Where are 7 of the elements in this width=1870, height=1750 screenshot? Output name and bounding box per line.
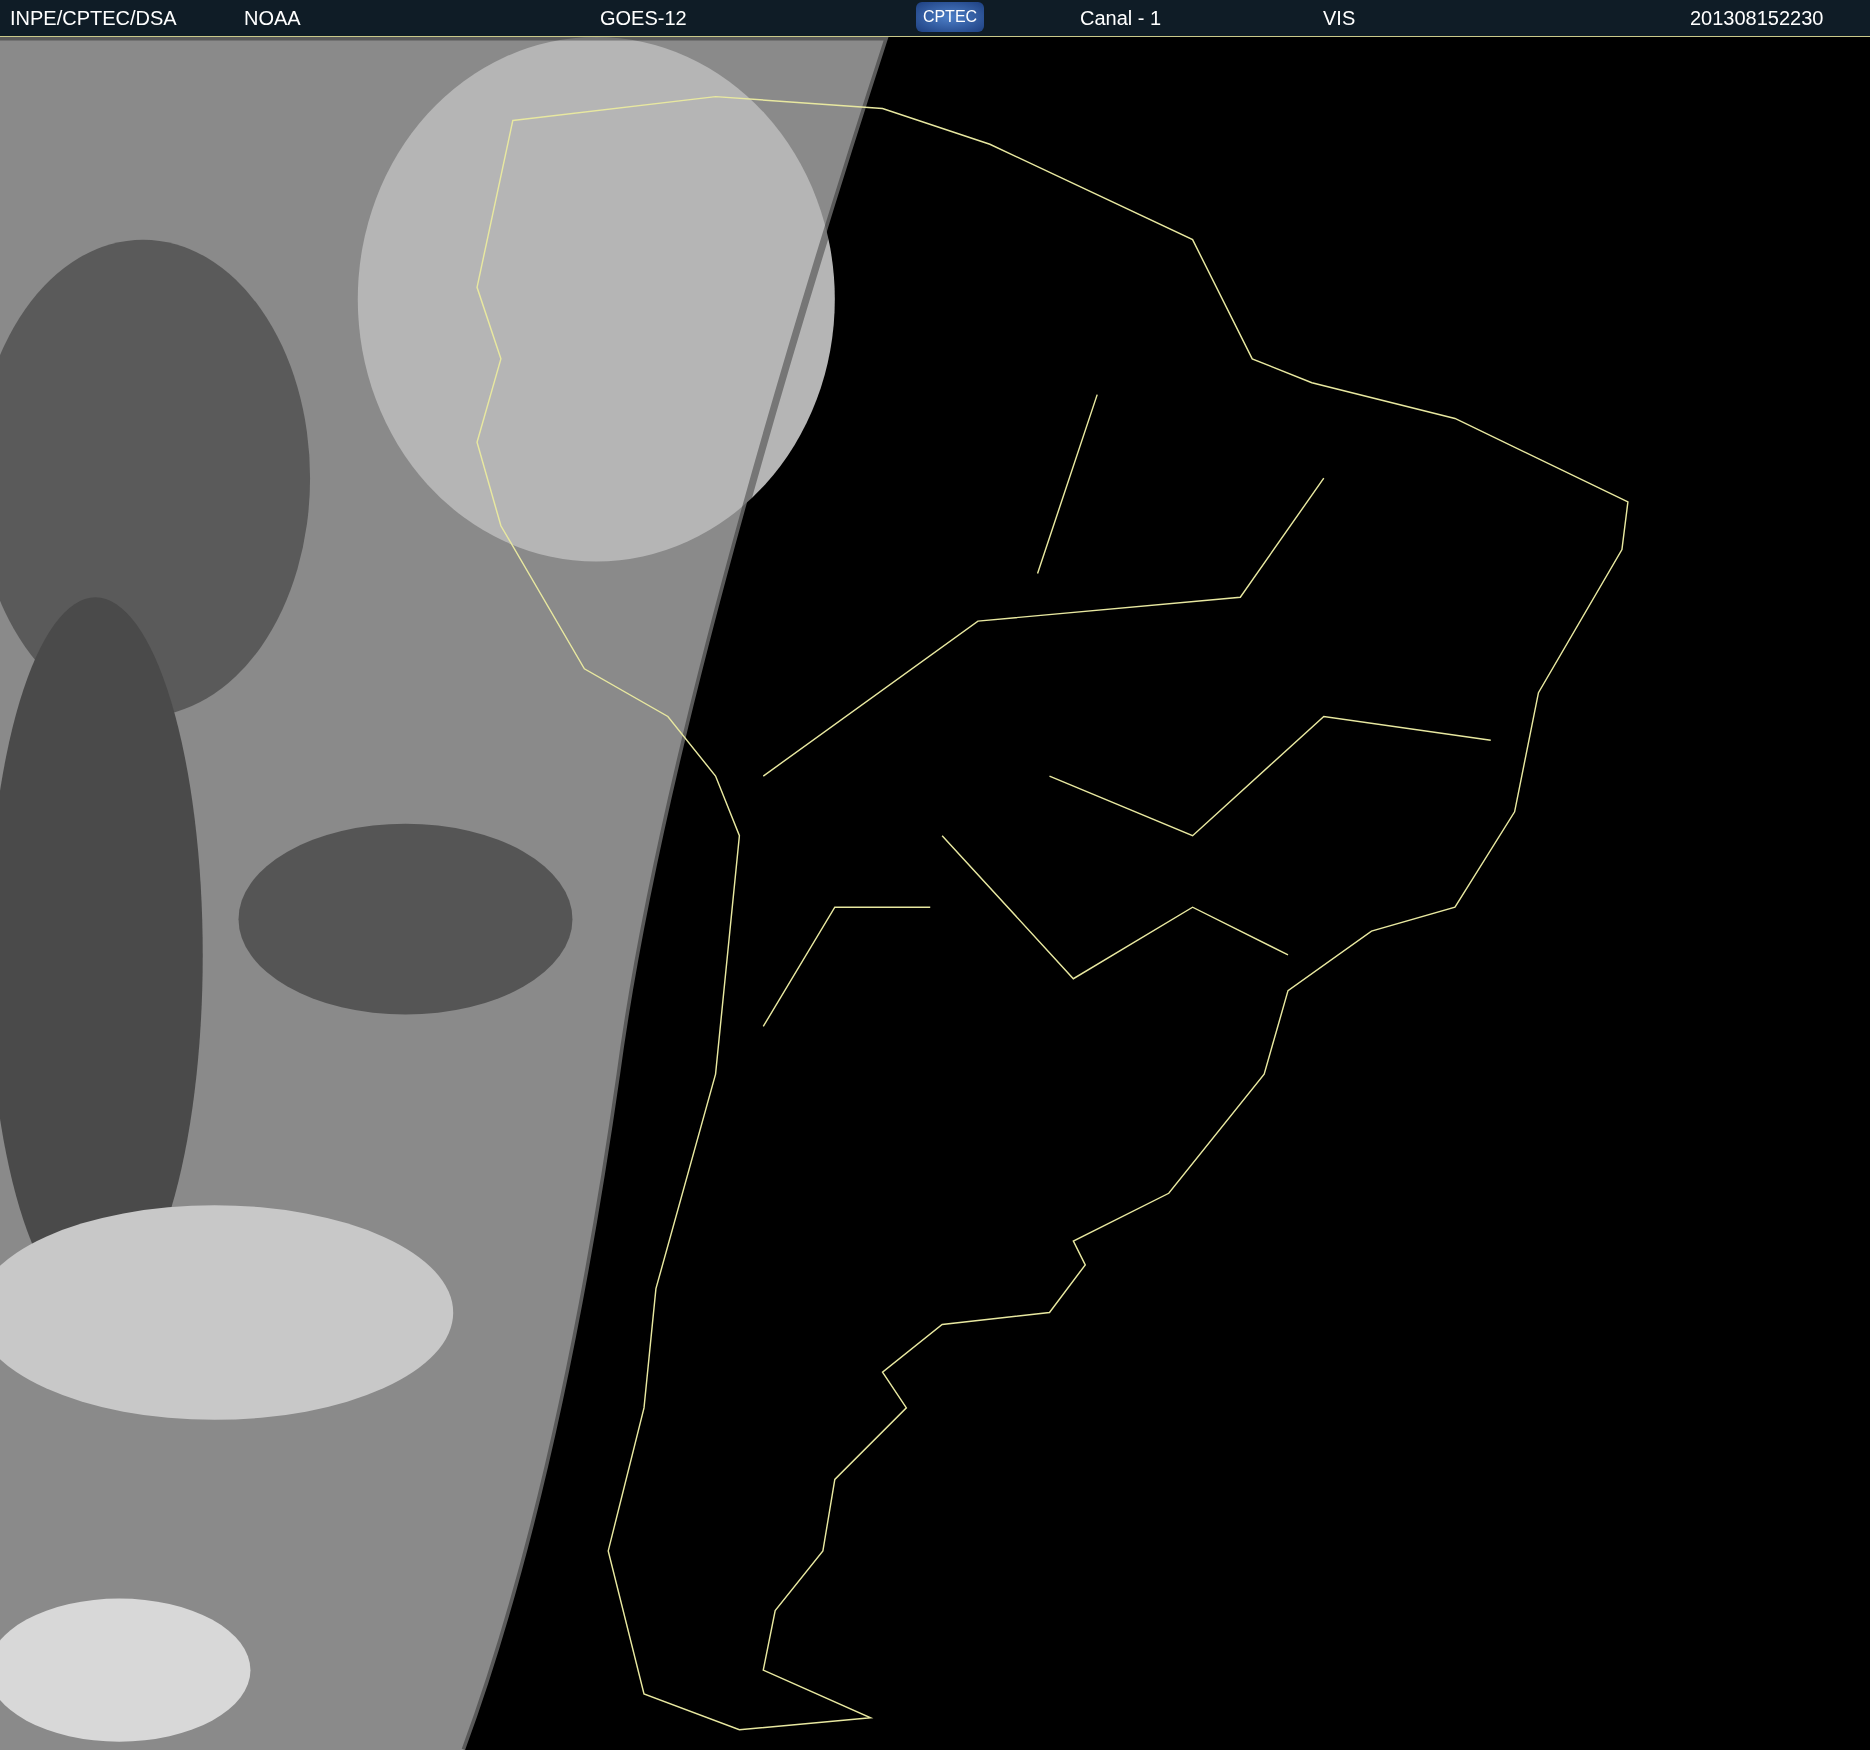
header-label: NOAA <box>244 7 301 29</box>
header-label: Canal - 1 <box>1080 7 1162 29</box>
cptec-logo: CPTEC <box>916 2 984 32</box>
header-label: VIS <box>1323 7 1356 29</box>
header-label: GOES-12 <box>600 7 687 29</box>
header-label: INPE/CPTEC/DSA <box>10 7 177 29</box>
header-label: 201308152230 <box>1690 7 1824 29</box>
